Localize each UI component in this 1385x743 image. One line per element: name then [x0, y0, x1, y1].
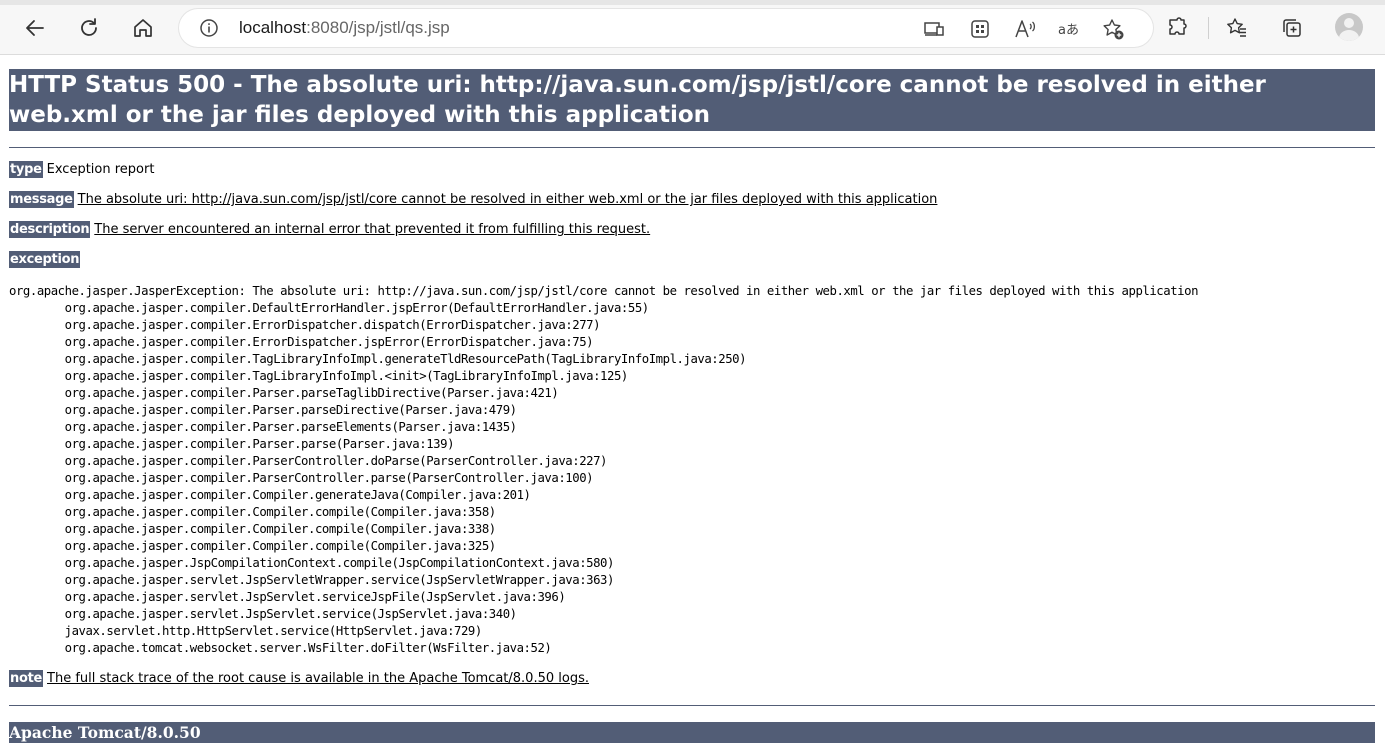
back-button[interactable] — [20, 13, 50, 43]
stack-frame: org.apache.jasper.compiler.ParserControl… — [64, 471, 594, 485]
url-text[interactable]: localhost:8080/jsp/jstl/qs.jsp — [239, 18, 450, 38]
stack-frame: org.apache.jasper.JspCompilationContext.… — [64, 556, 615, 570]
description-label: description — [9, 221, 91, 238]
stack-frame: org.apache.jasper.compiler.Parser.parseD… — [64, 403, 517, 417]
stack-frame: org.apache.jasper.compiler.TagLibraryInf… — [64, 369, 629, 383]
type-row: type Exception report — [9, 161, 1375, 179]
note-label: note — [9, 670, 44, 687]
stack-frame: org.apache.jasper.compiler.Parser.parse(… — [64, 437, 455, 451]
page-title: HTTP Status 500 - The absolute uri: http… — [9, 69, 1375, 131]
favorites-button[interactable] — [1222, 13, 1252, 43]
exception-label: exception — [9, 251, 81, 268]
refresh-icon — [81, 18, 97, 36]
apps-icon[interactable] — [968, 17, 992, 41]
exception-row: exception — [9, 251, 1375, 269]
device-icon[interactable] — [922, 17, 946, 41]
stack-frame: org.apache.jasper.compiler.Parser.parseT… — [64, 386, 559, 400]
extensions-button[interactable] — [1162, 13, 1192, 43]
translate-icon[interactable]: aあ — [1057, 17, 1081, 41]
stack-frame: javax.servlet.http.HttpServlet.service(H… — [64, 624, 483, 638]
avatar-body-icon — [1339, 30, 1359, 41]
exception-head: org.apache.jasper.JasperException: The a… — [9, 284, 1199, 298]
collections-icon — [1283, 19, 1301, 37]
favorites-star-icon — [1227, 18, 1246, 37]
stack-frame: org.apache.jasper.compiler.ErrorDispatch… — [64, 335, 594, 349]
footer-divider — [9, 705, 1375, 706]
type-value: Exception report — [46, 162, 155, 177]
stack-trace: org.apache.jasper.JasperException: The a… — [9, 283, 1375, 657]
browser-toolbar: localhost:8080/jsp/jstl/qs.jsp aあ — [0, 0, 1385, 55]
message-label: message — [9, 191, 74, 208]
collections-button[interactable] — [1277, 13, 1307, 43]
stack-frame: org.apache.jasper.compiler.ParserControl… — [64, 454, 608, 468]
stack-frame: org.apache.jasper.servlet.JspServletWrap… — [64, 573, 615, 587]
refresh-button[interactable] — [74, 13, 104, 43]
server-footer: Apache Tomcat/8.0.50 — [9, 722, 1375, 743]
stack-frame: org.apache.jasper.servlet.JspServlet.ser… — [64, 607, 517, 621]
stack-frame: org.apache.jasper.compiler.Compiler.gene… — [64, 488, 531, 502]
site-info-icon[interactable] — [199, 18, 219, 43]
stack-frame: org.apache.jasper.compiler.ErrorDispatch… — [64, 318, 601, 332]
note-value: The full stack trace of the root cause i… — [47, 671, 589, 686]
home-icon — [134, 19, 152, 37]
stack-frame: org.apache.jasper.servlet.JspServlet.ser… — [64, 590, 566, 604]
stack-frame: org.apache.jasper.compiler.DefaultErrorH… — [64, 301, 650, 315]
divider — [9, 147, 1375, 148]
back-arrow-icon — [26, 20, 44, 36]
add-favorite-icon[interactable] — [1101, 17, 1125, 41]
address-bar[interactable]: localhost:8080/jsp/jstl/qs.jsp aあ — [179, 9, 1153, 47]
stack-frame: org.apache.jasper.compiler.Compiler.comp… — [64, 505, 497, 519]
description-value: The server encountered an internal error… — [94, 222, 651, 237]
note-row: note The full stack trace of the root cau… — [9, 670, 1375, 688]
stack-frame: org.apache.tomcat.websocket.server.WsFil… — [9, 641, 552, 655]
message-row: message The absolute uri: http://java.sun… — [9, 191, 1375, 209]
type-label: type — [9, 161, 43, 178]
url-host: localhost — [239, 18, 307, 37]
puzzle-icon — [1169, 17, 1187, 35]
stack-frame: org.apache.jasper.compiler.Parser.parseE… — [64, 420, 517, 434]
avatar-head-icon — [1344, 18, 1354, 28]
svg-text:aあ: aあ — [1058, 23, 1079, 38]
toolbar-divider — [1208, 17, 1209, 39]
url-path: :8080/jsp/jstl/qs.jsp — [306, 18, 450, 37]
stack-frame: org.apache.jasper.compiler.Compiler.comp… — [64, 522, 497, 536]
stack-frame: org.apache.jasper.compiler.TagLibraryInf… — [64, 352, 747, 366]
description-row: description The server encountered an int… — [9, 221, 1375, 239]
home-button[interactable] — [128, 13, 158, 43]
error-page: HTTP Status 500 - The absolute uri: http… — [9, 54, 1375, 688]
stack-frames: org.apache.jasper.compiler.DefaultErrorH… — [9, 301, 747, 655]
tab-strip-edge — [0, 0, 1385, 5]
server-version: Apache Tomcat/8.0.50 — [9, 723, 201, 742]
stack-frame: org.apache.jasper.compiler.Compiler.comp… — [64, 539, 497, 553]
read-aloud-icon[interactable] — [1013, 17, 1037, 41]
profile-avatar[interactable] — [1335, 13, 1363, 41]
message-value: The absolute uri: http://java.sun.com/js… — [77, 192, 938, 207]
